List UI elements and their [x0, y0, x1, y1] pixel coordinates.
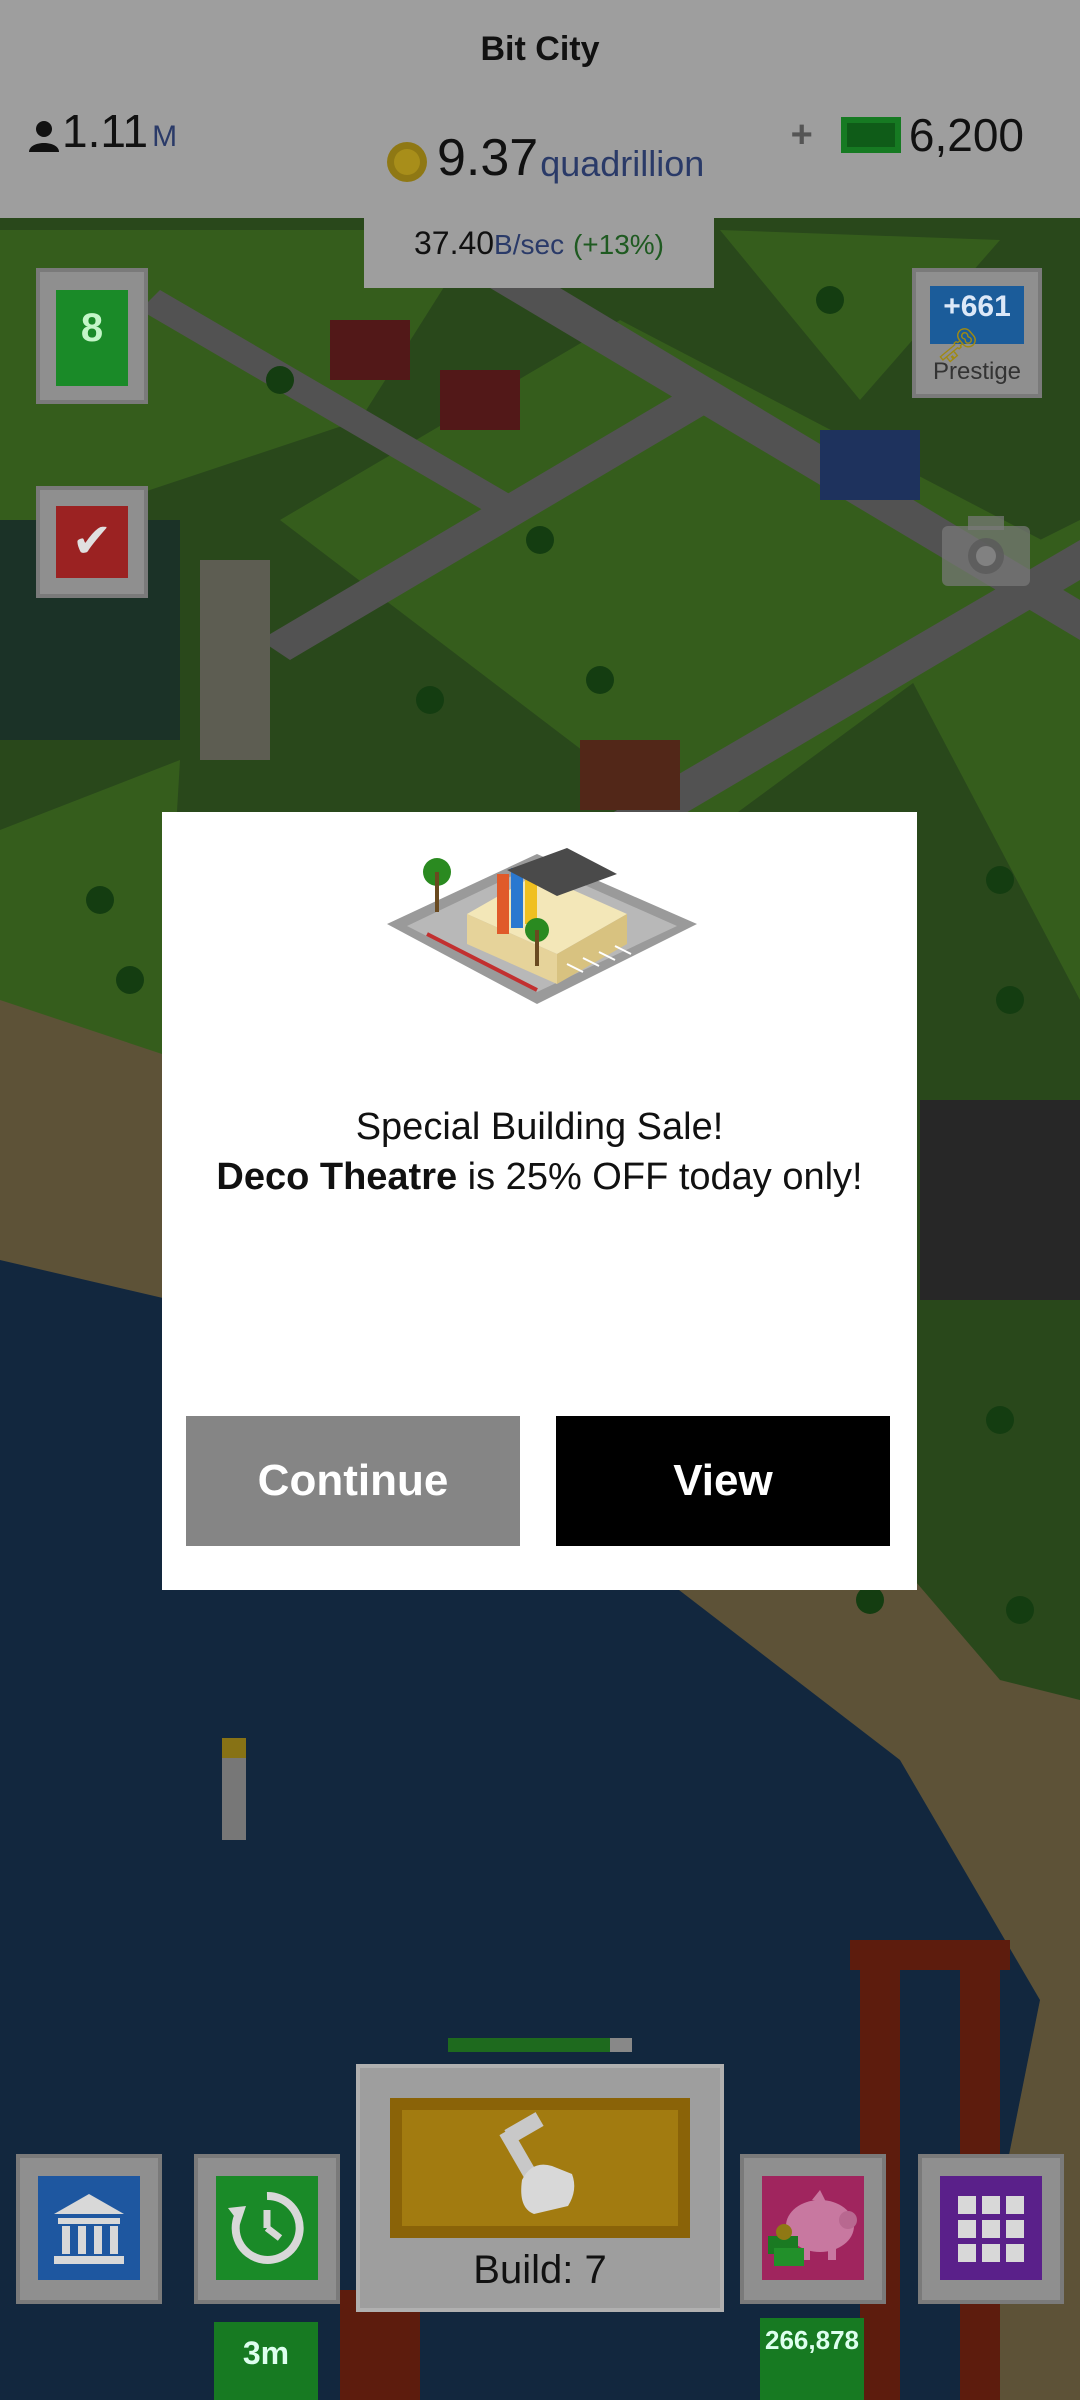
piggy-bank-amount: 266,878 [760, 2318, 864, 2400]
piggy-bank-button[interactable] [740, 2154, 886, 2304]
sale-details: Deco Theatre is 25% OFF today only! [162, 1152, 917, 1202]
prestige-label: Prestige [932, 358, 1022, 385]
coin-unit: quadrillion [540, 143, 705, 184]
hammer-icon [499, 2112, 575, 2214]
add-cash-button[interactable]: + [791, 114, 813, 157]
build-progress-bar [448, 2038, 632, 2052]
clock-icon [228, 2191, 304, 2264]
build-progress-fill [448, 2038, 610, 2052]
cash-value: 6,200 [908, 109, 1024, 161]
tasks-button[interactable]: ✔ [36, 486, 148, 598]
build-label: Build: 7 [473, 2248, 607, 2292]
city-name: Bit City [480, 30, 600, 68]
clock-icon-bg [216, 2176, 318, 2280]
cash-icon [840, 117, 901, 153]
continue-button[interactable]: Continue [186, 1416, 520, 1546]
top-hud: Bit City 1.11 M 9.37 quadrillion + 6,200 [0, 0, 1080, 218]
bank-button[interactable] [16, 2154, 162, 2304]
person-icon [29, 121, 59, 152]
income-rate: 37.40B/sec (+13%) [364, 208, 714, 288]
population-counter: 1.11 M [26, 108, 177, 154]
bank-icon-bg [38, 2176, 140, 2280]
menu-grid-button[interactable] [918, 2154, 1064, 2304]
sale-offer-text: is 25% OFF today only! [457, 1156, 863, 1198]
sale-message: Special Building Sale! Deco Theatre is 2… [162, 1102, 917, 1202]
piggy-bank-icon [768, 2190, 857, 2266]
income-rate-bonus: (+13%) [572, 229, 665, 260]
piggy-bank-icon-bg [762, 2176, 864, 2280]
view-button[interactable]: View [556, 1416, 890, 1546]
coin-counter: 9.37 quadrillion [385, 132, 704, 184]
population-unit: M [152, 120, 178, 153]
grid-icon-bg [940, 2176, 1042, 2280]
prestige-button[interactable]: +661 🗝 Prestige [912, 268, 1042, 398]
income-rate-value: 37.40 [413, 225, 495, 261]
level-button[interactable]: 8 [36, 268, 148, 404]
build-button[interactable]: Build: 7 [356, 2064, 724, 2312]
check-icon: ✔ [56, 506, 128, 578]
boost-timer-button[interactable] [194, 2154, 340, 2304]
population-value: 1.11 [62, 105, 149, 157]
sale-headline: Special Building Sale! [355, 1106, 724, 1148]
camera-icon[interactable] [938, 510, 1034, 590]
cash-counter[interactable]: + 6,200 [791, 108, 1024, 162]
deco-theatre-illustration [387, 848, 697, 1004]
coin-value: 9.37 [437, 129, 539, 187]
boost-timer-value: 3m [214, 2322, 318, 2400]
grid-icon [958, 2196, 1024, 2262]
sale-dialog: Special Building Sale! Deco Theatre is 2… [162, 812, 917, 1590]
income-rate-unit: B/sec [494, 229, 565, 260]
hammer-icon-bg [390, 2098, 690, 2238]
level-progress-bar [56, 376, 128, 386]
bank-icon [54, 2194, 124, 2264]
sale-building-name: Deco Theatre [216, 1156, 458, 1198]
coin-icon [387, 142, 427, 182]
level-value: 8 [56, 290, 128, 376]
